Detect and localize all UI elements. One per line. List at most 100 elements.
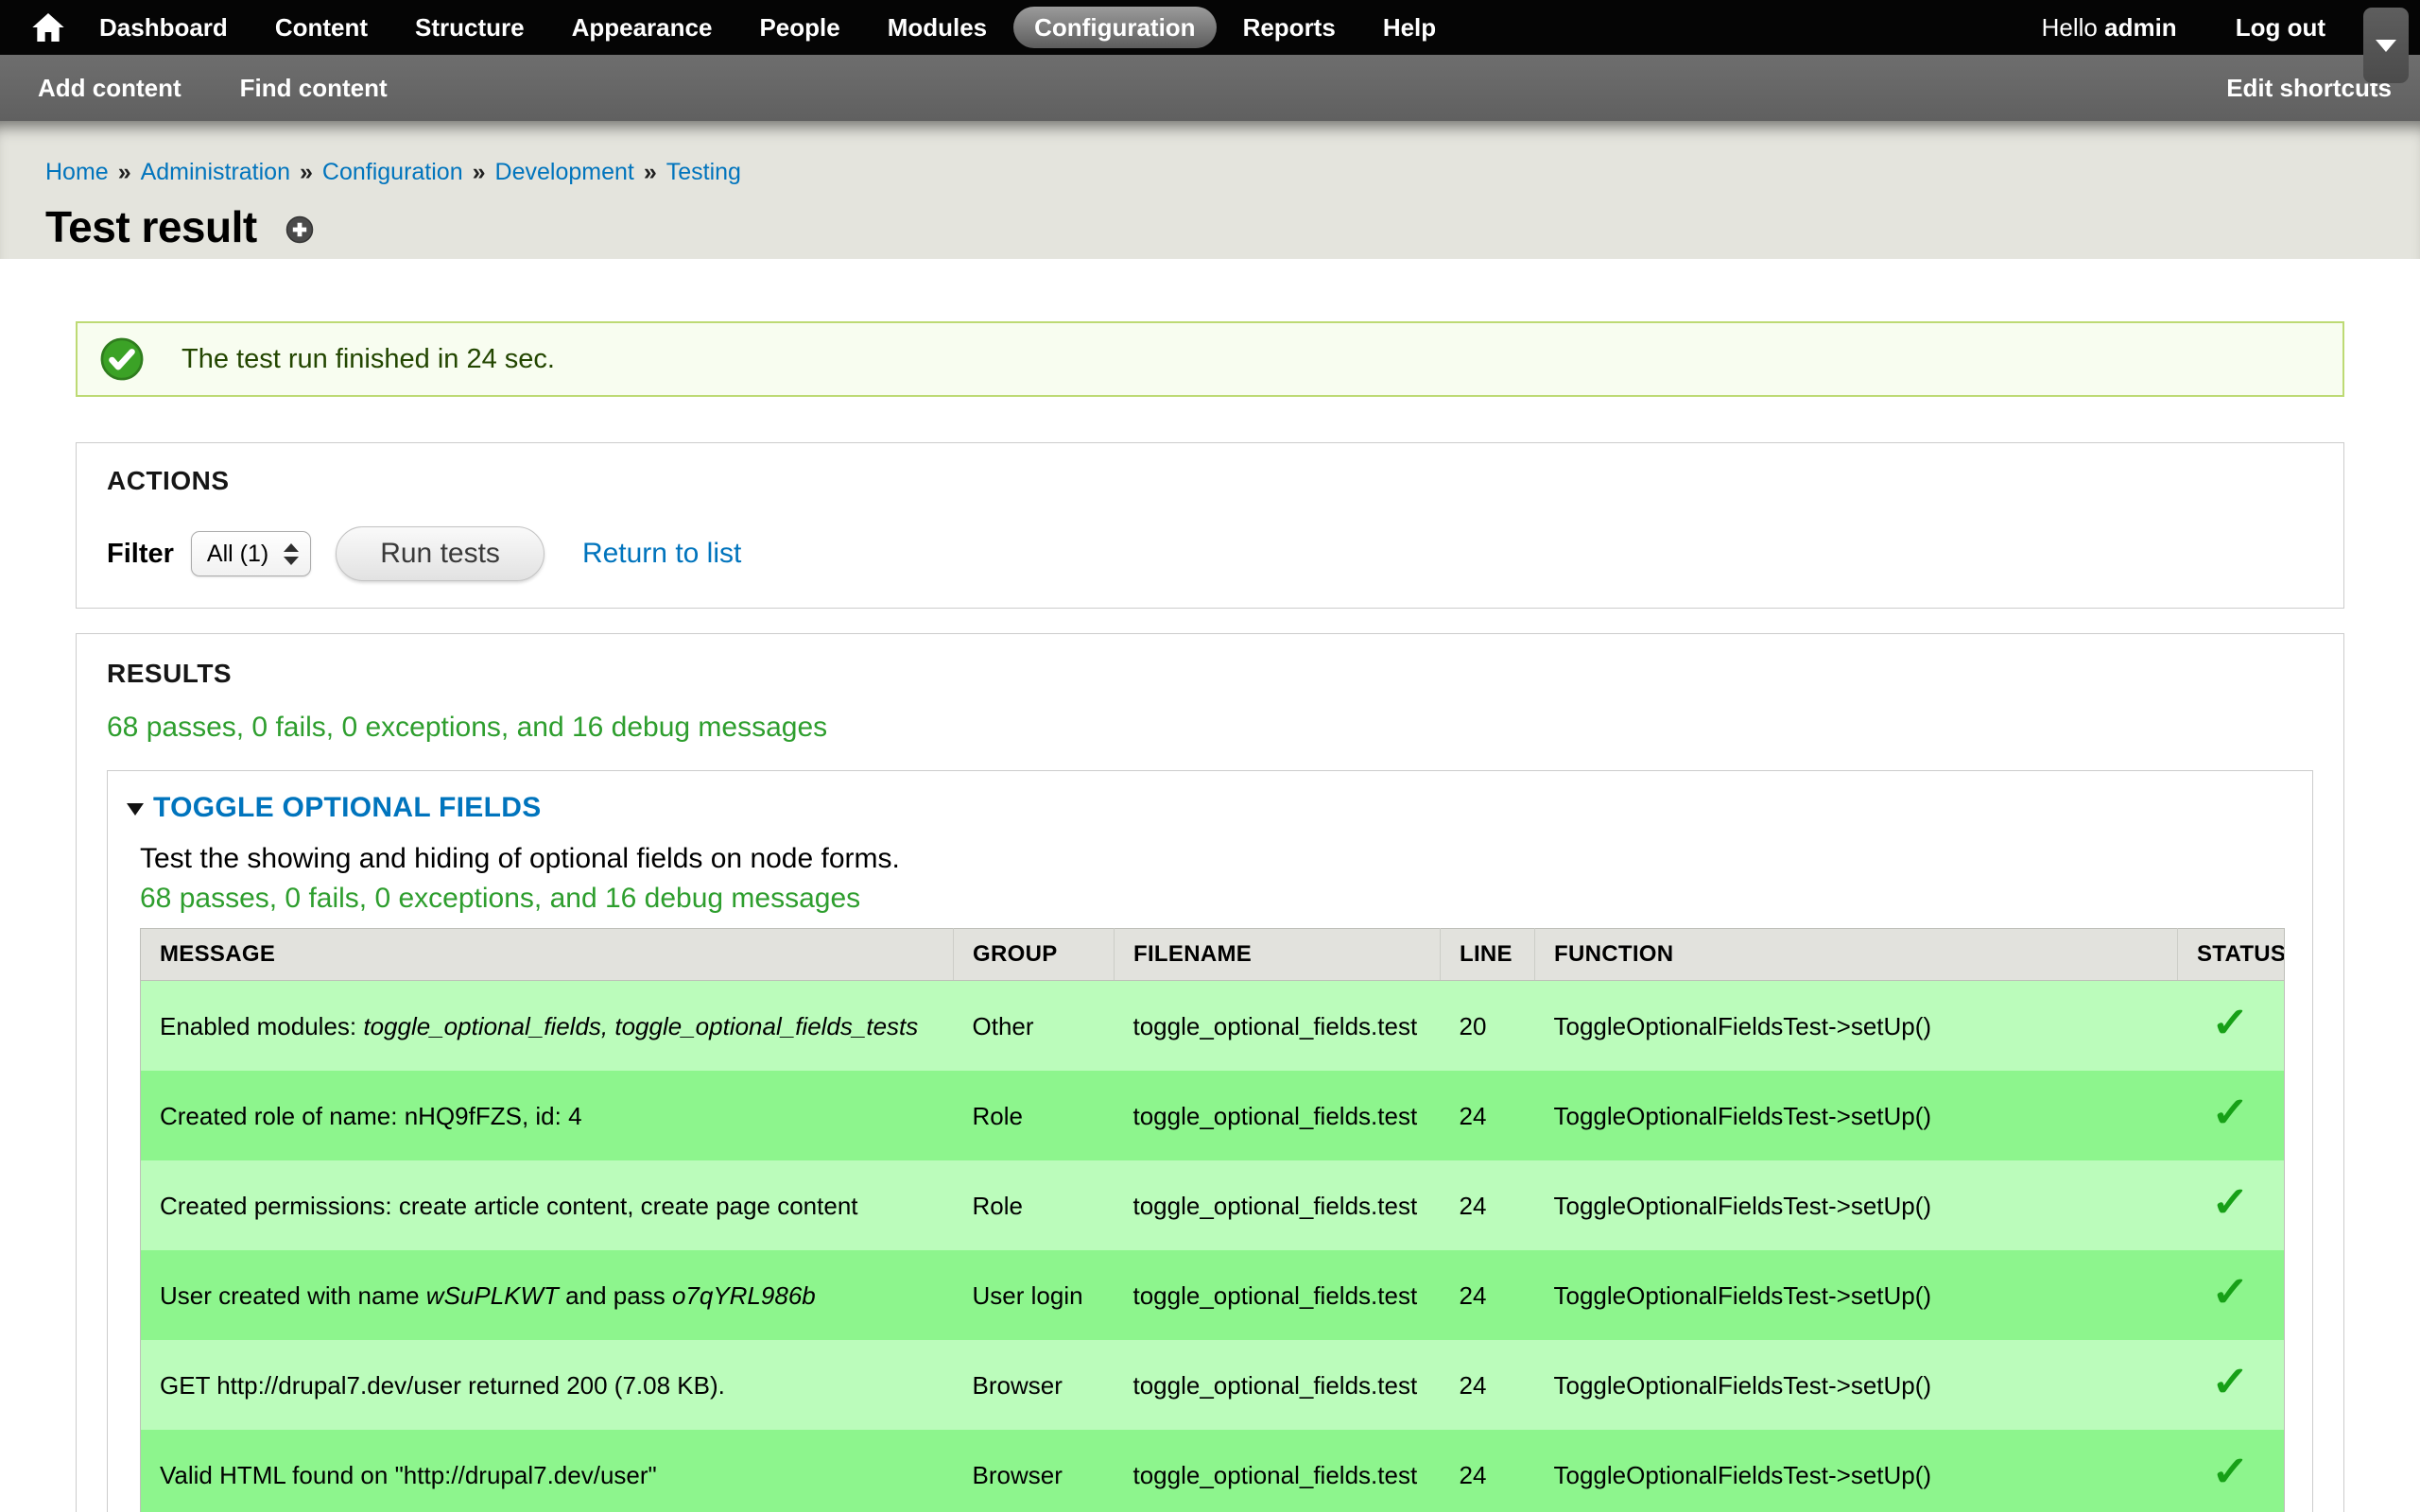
check-icon: ✓ bbox=[2211, 1366, 2250, 1400]
check-icon: ✓ bbox=[2211, 1186, 2250, 1220]
breadcrumb-link-administration[interactable]: Administration bbox=[141, 159, 290, 185]
filter-select-value: All (1) bbox=[207, 541, 268, 568]
cell-message: Enabled modules: toggle_optional_fields,… bbox=[141, 981, 954, 1072]
message-text: Valid HTML found on "http://drupal7.dev/… bbox=[160, 1461, 657, 1489]
toolbar-item-configuration[interactable]: Configuration bbox=[1013, 7, 1216, 48]
toolbar-item-appearance[interactable]: Appearance bbox=[551, 7, 734, 48]
column-header-group: GROUP bbox=[954, 929, 1115, 981]
main-content: The test run finished in 24 sec. ACTIONS… bbox=[0, 259, 2420, 1512]
check-icon: ✓ bbox=[2211, 1006, 2250, 1040]
shortcut-bar: Add contentFind content Edit shortcuts bbox=[0, 55, 2420, 121]
toolbar-item-dashboard[interactable]: Dashboard bbox=[78, 7, 249, 48]
test-group-description: Test the showing and hiding of optional … bbox=[140, 843, 2280, 875]
add-shortcut-icon[interactable] bbox=[285, 215, 314, 244]
collapse-arrow-icon bbox=[127, 803, 144, 816]
actions-legend: ACTIONS bbox=[107, 466, 2313, 496]
home-icon[interactable] bbox=[21, 13, 76, 42]
cell-message: User created with name wSuPLKWT and pass… bbox=[141, 1250, 954, 1340]
toolbar-item-reports[interactable]: Reports bbox=[1222, 7, 1357, 48]
cell-filename: toggle_optional_fields.test bbox=[1115, 1160, 1441, 1250]
breadcrumb-separator: » bbox=[118, 159, 131, 185]
cell-status: ✓ bbox=[2178, 1071, 2285, 1160]
cell-group: Role bbox=[954, 1071, 1115, 1160]
cell-function: ToggleOptionalFieldsTest->setUp() bbox=[1535, 1250, 2178, 1340]
cell-line: 24 bbox=[1441, 1160, 1535, 1250]
toolbar-item-people[interactable]: People bbox=[738, 7, 860, 48]
cell-function: ToggleOptionalFieldsTest->setUp() bbox=[1535, 1071, 2178, 1160]
table-row: Created role of name: nHQ9fFZS, id: 4 Rol… bbox=[141, 1071, 2285, 1160]
table-row: Enabled modules: toggle_optional_fields,… bbox=[141, 981, 2285, 1072]
test-group-summary: 68 passes, 0 fails, 0 exceptions, and 16… bbox=[140, 883, 2280, 915]
results-table-body: Enabled modules: toggle_optional_fields,… bbox=[141, 981, 2285, 1512]
toolbar-right: Hello admin Log out bbox=[2042, 13, 2325, 43]
table-row: GET http://drupal7.dev/user returned 200… bbox=[141, 1340, 2285, 1430]
cell-line: 24 bbox=[1441, 1250, 1535, 1340]
page-title: Test result bbox=[45, 201, 257, 252]
results-table: MESSAGEGROUPFILENAMELINEFUNCTIONSTATUS E… bbox=[140, 928, 2285, 1512]
cell-filename: toggle_optional_fields.test bbox=[1115, 1071, 1441, 1160]
toolbar-toggle-button[interactable] bbox=[2363, 8, 2409, 83]
test-group-title-link[interactable]: TOGGLE OPTIONAL FIELDS bbox=[153, 792, 542, 824]
cell-group: User login bbox=[954, 1250, 1115, 1340]
chevron-down-icon bbox=[2376, 40, 2396, 52]
breadcrumb-link-home[interactable]: Home bbox=[45, 159, 109, 185]
admin-toolbar: DashboardContentStructureAppearancePeopl… bbox=[0, 0, 2420, 55]
cell-group: Browser bbox=[954, 1430, 1115, 1512]
shortcut-item-find-content[interactable]: Find content bbox=[240, 74, 388, 103]
check-circle-icon bbox=[100, 337, 144, 381]
message-text: wSuPLKWT bbox=[426, 1281, 559, 1310]
message-text: GET http://drupal7.dev/user returned 200… bbox=[160, 1371, 725, 1400]
shortcut-item-add-content[interactable]: Add content bbox=[38, 74, 182, 103]
message-text: and pass bbox=[559, 1281, 672, 1310]
shortcut-items: Add content Find content bbox=[38, 74, 446, 103]
status-message: The test run finished in 24 sec. bbox=[76, 321, 2344, 397]
return-to-list-link[interactable]: Return to list bbox=[582, 538, 741, 570]
page-header: Home»Administration»Configuration»Develo… bbox=[0, 121, 2420, 259]
cell-group: Role bbox=[954, 1160, 1115, 1250]
cell-status: ✓ bbox=[2178, 1340, 2285, 1430]
cell-line: 24 bbox=[1441, 1430, 1535, 1512]
cell-filename: toggle_optional_fields.test bbox=[1115, 1340, 1441, 1430]
breadcrumb-link-development[interactable]: Development bbox=[495, 159, 634, 185]
table-row: User created with name wSuPLKWT and pass… bbox=[141, 1250, 2285, 1340]
column-header-filename: FILENAME bbox=[1115, 929, 1441, 981]
cell-message: GET http://drupal7.dev/user returned 200… bbox=[141, 1340, 954, 1430]
toolbar-item-modules[interactable]: Modules bbox=[867, 7, 1008, 48]
message-text: Created role of name: nHQ9fFZS, id: 4 bbox=[160, 1102, 582, 1130]
toolbar-item-content[interactable]: Content bbox=[254, 7, 389, 48]
test-group-header[interactable]: TOGGLE OPTIONAL FIELDS bbox=[127, 792, 2280, 824]
actions-fieldset: ACTIONS Filter All (1) Run tests Return … bbox=[76, 442, 2344, 609]
table-row: Created permissions: create article cont… bbox=[141, 1160, 2285, 1250]
results-fieldset: RESULTS 68 passes, 0 fails, 0 exceptions… bbox=[76, 633, 2344, 1512]
filter-select[interactable]: All (1) bbox=[191, 531, 311, 576]
toolbar-item-structure[interactable]: Structure bbox=[394, 7, 545, 48]
column-header-function: FUNCTION bbox=[1535, 929, 2178, 981]
cell-message: Created permissions: create article cont… bbox=[141, 1160, 954, 1250]
up-down-arrows-icon bbox=[284, 543, 299, 565]
toolbar-menu: DashboardContentStructureAppearancePeopl… bbox=[76, 7, 1460, 48]
cell-message: Valid HTML found on "http://drupal7.dev/… bbox=[141, 1430, 954, 1512]
user-greeting[interactable]: Hello admin bbox=[2042, 13, 2177, 43]
breadcrumb-separator: » bbox=[644, 159, 657, 185]
status-message-text: The test run finished in 24 sec. bbox=[182, 344, 555, 375]
cell-status: ✓ bbox=[2178, 981, 2285, 1072]
cell-filename: toggle_optional_fields.test bbox=[1115, 981, 1441, 1072]
cell-filename: toggle_optional_fields.test bbox=[1115, 1250, 1441, 1340]
cell-function: ToggleOptionalFieldsTest->setUp() bbox=[1535, 1160, 2178, 1250]
column-header-line: LINE bbox=[1441, 929, 1535, 981]
page: DashboardContentStructureAppearancePeopl… bbox=[0, 0, 2420, 1512]
test-group-fieldset: TOGGLE OPTIONAL FIELDS Test the showing … bbox=[107, 770, 2313, 1512]
results-summary: 68 passes, 0 fails, 0 exceptions, and 16… bbox=[107, 712, 2313, 744]
check-icon: ✓ bbox=[2211, 1455, 2250, 1489]
cell-function: ToggleOptionalFieldsTest->setUp() bbox=[1535, 1430, 2178, 1512]
breadcrumb-link-configuration[interactable]: Configuration bbox=[322, 159, 463, 185]
run-tests-button[interactable]: Run tests bbox=[336, 526, 544, 581]
message-text: toggle_optional_fields, toggle_optional_… bbox=[363, 1012, 918, 1040]
cell-status: ✓ bbox=[2178, 1430, 2285, 1512]
breadcrumb-link-testing[interactable]: Testing bbox=[666, 159, 741, 185]
results-legend: RESULTS bbox=[107, 659, 2313, 689]
logout-link[interactable]: Log out bbox=[2236, 13, 2325, 43]
cell-line: 20 bbox=[1441, 981, 1535, 1072]
message-text: User created with name bbox=[160, 1281, 426, 1310]
toolbar-item-help[interactable]: Help bbox=[1362, 7, 1457, 48]
